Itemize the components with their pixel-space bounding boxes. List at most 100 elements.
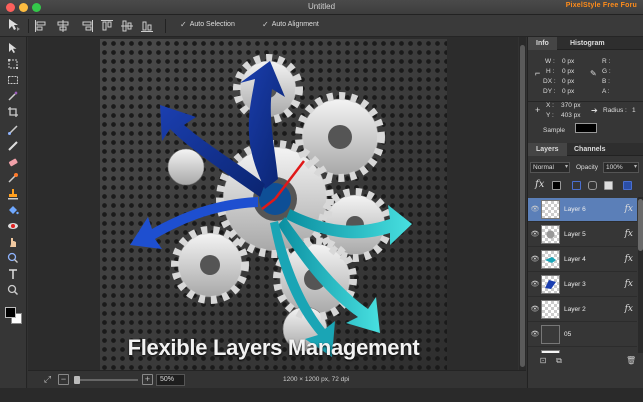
zoom-in-button[interactable]: + <box>142 374 153 385</box>
eyedropper-tool-icon[interactable] <box>5 171 21 185</box>
blend-mode-select[interactable]: Normal ▾ <box>530 162 570 173</box>
layer-name: 05 <box>564 331 572 338</box>
a-label: A : <box>602 88 610 95</box>
opacity-label: Opacity <box>576 164 599 171</box>
tab-channels[interactable]: Channels <box>566 143 614 156</box>
canvas-scroll-thumb[interactable] <box>520 45 525 367</box>
layers-scroll-thumb[interactable] <box>638 199 643 251</box>
eraser-tool-icon[interactable] <box>5 155 21 169</box>
w-value: 0 px <box>562 58 575 65</box>
tab-layers[interactable]: Layers <box>528 143 567 156</box>
layers-tabs: Layers Channels <box>528 143 643 156</box>
canvas-image[interactable]: Flexible Layers Management <box>100 39 447 370</box>
sample-label: Sample <box>543 127 566 134</box>
layer-row-6[interactable]: 👁 Layer 6 fx <box>528 198 637 222</box>
pencil-tool-icon[interactable] <box>5 139 21 153</box>
layer-row-5[interactable]: 👁 Layer 5 fx <box>528 223 637 247</box>
move-tool-icon[interactable] <box>5 41 21 55</box>
y-label: Y : <box>546 112 554 119</box>
checkmark-icon: ✓ <box>180 20 187 29</box>
visibility-eye-icon[interactable]: 👁 <box>530 306 540 314</box>
opacity-field[interactable]: 100% ▾ <box>603 162 639 173</box>
layer-name: Layer 6 <box>564 206 586 213</box>
align-bottom-icon[interactable] <box>140 19 154 33</box>
new-layer-icon[interactable]: ⊡ <box>538 356 548 366</box>
visibility-eye-icon[interactable]: 👁 <box>530 231 540 239</box>
toolbar-divider <box>165 19 166 33</box>
red-eye-tool-icon[interactable] <box>5 219 21 233</box>
align-left-icon[interactable] <box>34 19 48 33</box>
move-tool-icon[interactable] <box>6 18 22 34</box>
layer-row-3[interactable]: 👁 Layer 3 fx <box>528 273 637 297</box>
align-middle-vertical-icon[interactable] <box>120 19 134 33</box>
zoom-slider-handle[interactable] <box>74 376 80 384</box>
blend-options-row: Normal ▾ Opacity 100% ▾ <box>528 161 643 174</box>
layer-thumbnail <box>541 250 560 269</box>
layer-row-2[interactable]: 👁 Layer 2 fx <box>528 298 637 322</box>
canvas-vertical-scrollbar[interactable] <box>519 37 526 370</box>
paint-bucket-tool-icon[interactable] <box>5 203 21 217</box>
layer-thumbnail <box>541 200 560 219</box>
toolbar-divider <box>28 19 29 33</box>
layer-fx-icon[interactable]: fx <box>625 279 633 289</box>
layer-row-05[interactable]: 👁 05 <box>528 323 637 347</box>
zoom-slider-track[interactable] <box>76 379 138 381</box>
layer-style-row: fx <box>528 179 643 193</box>
magic-wand-tool-icon[interactable] <box>5 89 21 103</box>
marquee-tool-icon[interactable] <box>5 73 21 87</box>
stamp-tool-icon[interactable] <box>5 187 21 201</box>
brush-tool-icon[interactable] <box>5 123 21 137</box>
align-center-horizontal-icon[interactable] <box>56 19 70 33</box>
align-right-icon[interactable] <box>80 19 94 33</box>
radius-label: Radius : <box>603 107 627 114</box>
layer-thumbnail <box>541 350 560 353</box>
style-rounded-icon[interactable] <box>588 181 597 190</box>
sample-color-swatch[interactable] <box>575 123 597 133</box>
zoom-level-field[interactable]: 50% <box>156 374 185 386</box>
style-solid-icon[interactable] <box>604 181 613 190</box>
visibility-eye-icon[interactable]: 👁 <box>530 281 540 289</box>
fit-to-screen-icon[interactable]: ⤢ <box>42 374 53 385</box>
layer-row-4[interactable]: 👁 Layer 4 fx <box>528 248 637 272</box>
layers-scrollbar[interactable] <box>638 197 643 353</box>
layer-name: Layer 3 <box>564 281 586 288</box>
style-black-icon[interactable] <box>552 181 561 190</box>
visibility-eye-icon[interactable]: 👁 <box>530 256 540 264</box>
layer-row-partial[interactable] <box>528 348 637 353</box>
layer-name: Layer 4 <box>564 256 586 263</box>
tab-info[interactable]: Info <box>528 37 557 50</box>
layer-name: Layer 2 <box>564 306 586 313</box>
layer-fx-icon[interactable]: fx <box>625 229 633 239</box>
visibility-eye-icon[interactable]: 👁 <box>530 331 540 339</box>
style-fill-icon[interactable] <box>623 181 632 190</box>
layer-fx-icon[interactable]: fx <box>625 204 633 214</box>
tab-histogram[interactable]: Histogram <box>562 37 613 50</box>
layer-fx-icon[interactable]: fx <box>625 304 633 314</box>
visibility-eye-icon[interactable]: 👁 <box>530 206 540 214</box>
text-tool-icon[interactable] <box>5 267 21 281</box>
layer-thumbnail <box>541 225 560 244</box>
document-info: 1200 × 1200 px, 72 dpi <box>283 376 350 383</box>
eyedropper-icon: ✎ <box>590 69 597 78</box>
zoom-tool-icon[interactable] <box>5 283 21 297</box>
smudge-tool-icon[interactable] <box>5 235 21 249</box>
b-label: B : <box>602 78 610 85</box>
transform-tool-icon[interactable] <box>5 57 21 71</box>
zoom-out-button[interactable]: − <box>58 374 69 385</box>
info-tabs: Info Histogram <box>528 37 643 50</box>
fx-icon[interactable]: fx <box>535 179 544 190</box>
align-top-icon[interactable] <box>100 19 114 33</box>
crop-tool-icon[interactable] <box>5 105 21 119</box>
opacity-value: 100% <box>606 164 623 171</box>
foreground-color-swatch[interactable] <box>5 307 16 318</box>
canvas-area[interactable]: Flexible Layers Management <box>28 37 518 370</box>
dy-label: DY : <box>543 88 556 95</box>
shape-tool-icon[interactable] <box>5 251 21 265</box>
style-blue-icon[interactable] <box>572 181 581 190</box>
layer-fx-icon[interactable]: fx <box>625 254 633 264</box>
duplicate-layer-icon[interactable]: ⧉ <box>554 356 564 366</box>
trash-icon[interactable]: 🗑 <box>626 356 636 366</box>
auto-selection-checkbox[interactable]: ✓ Auto Selection <box>180 20 235 29</box>
dx-value: 0 px <box>562 78 575 85</box>
auto-alignment-checkbox[interactable]: ✓ Auto Alignment <box>262 20 319 29</box>
